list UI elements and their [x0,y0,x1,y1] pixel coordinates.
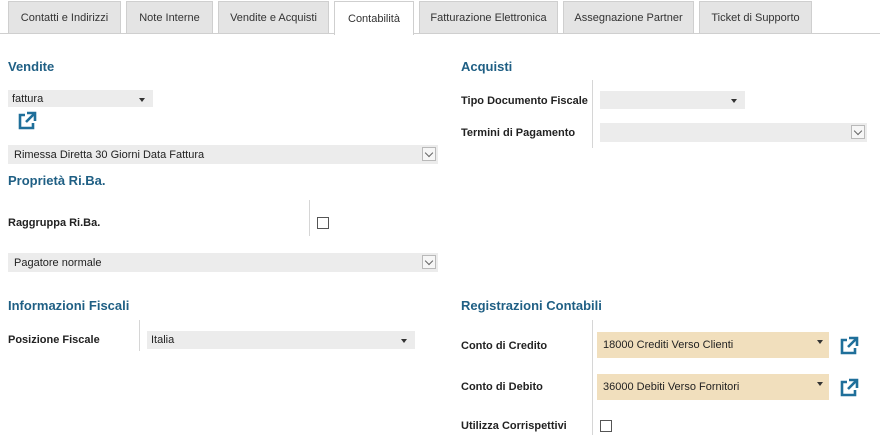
external-link-icon[interactable] [16,110,38,132]
vendite-document-type-select[interactable]: fattura [8,90,153,107]
tab-contatti-e-indirizzi[interactable]: Contatti e Indirizzi [8,1,121,33]
dropdown-button-icon[interactable] [422,255,436,269]
field-divider [592,80,593,148]
tab-bar: Contatti e Indirizzi Note Interne Vendit… [0,0,880,35]
accounting-heading: Registrazioni Contabili [461,298,602,313]
tab-note-interne[interactable]: Note Interne [126,1,213,33]
external-link-icon[interactable] [838,377,860,399]
tab-bar-border [0,33,880,34]
tab-fatturazione-elettronica[interactable]: Fatturazione Elettronica [419,1,558,33]
tab-assegnazione-partner[interactable]: Assegnazione Partner [563,1,694,33]
credit-account-value: 18000 Crediti Verso Clienti [603,339,734,351]
acquisti-payment-terms-select[interactable] [600,123,867,142]
vendite-payment-term-select[interactable]: Rimessa Diretta 30 Giorni Data Fattura [8,145,438,164]
credit-account-label: Conto di Credito [461,340,548,352]
vendite-payment-term-value: Rimessa Diretta 30 Giorni Data Fattura [14,148,205,161]
tab-contabilita[interactable]: Contabilità [334,1,414,35]
acquisti-doc-type-label: Tipo Documento Fiscale [461,95,588,107]
fiscal-heading: Informazioni Fiscali [8,298,130,313]
credit-account-select[interactable]: 18000 Crediti Verso Clienti [597,332,829,358]
riba-payer-select[interactable]: Pagatore normale [8,253,438,272]
vendite-heading: Vendite [8,59,55,74]
tab-vendite-e-acquisti[interactable]: Vendite e Acquisti [218,1,329,33]
riba-group-label: Raggruppa Ri.Ba. [8,217,101,229]
fiscal-position-select[interactable]: Italia [147,331,415,349]
field-divider [309,200,310,236]
dropdown-button-icon[interactable] [422,147,436,161]
receipts-label: Utilizza Corrispettivi [461,420,567,432]
acquisti-heading: Acquisti [461,59,513,74]
field-divider [592,320,593,435]
fiscal-position-value: Italia [151,334,175,346]
fiscal-position-label: Posizione Fiscale [8,334,100,346]
tab-ticket-di-supporto[interactable]: Ticket di Supporto [699,1,812,33]
receipts-checkbox[interactable] [600,420,612,432]
dropdown-button-icon[interactable] [851,125,865,139]
debit-account-select[interactable]: 36000 Debiti Verso Fornitori [597,374,829,400]
acquisti-doc-type-select[interactable] [600,91,745,109]
riba-payer-value: Pagatore normale [14,256,102,269]
debit-account-value: 36000 Debiti Verso Fornitori [603,381,740,393]
acquisti-payment-terms-label: Termini di Pagamento [461,127,576,139]
field-divider [139,320,140,351]
vendite-document-type-value: fattura [12,92,44,105]
riba-group-checkbox[interactable] [317,217,329,229]
debit-account-label: Conto di Debito [461,381,543,393]
riba-heading: Proprietà Ri.Ba. [8,173,106,188]
external-link-icon[interactable] [838,335,860,357]
